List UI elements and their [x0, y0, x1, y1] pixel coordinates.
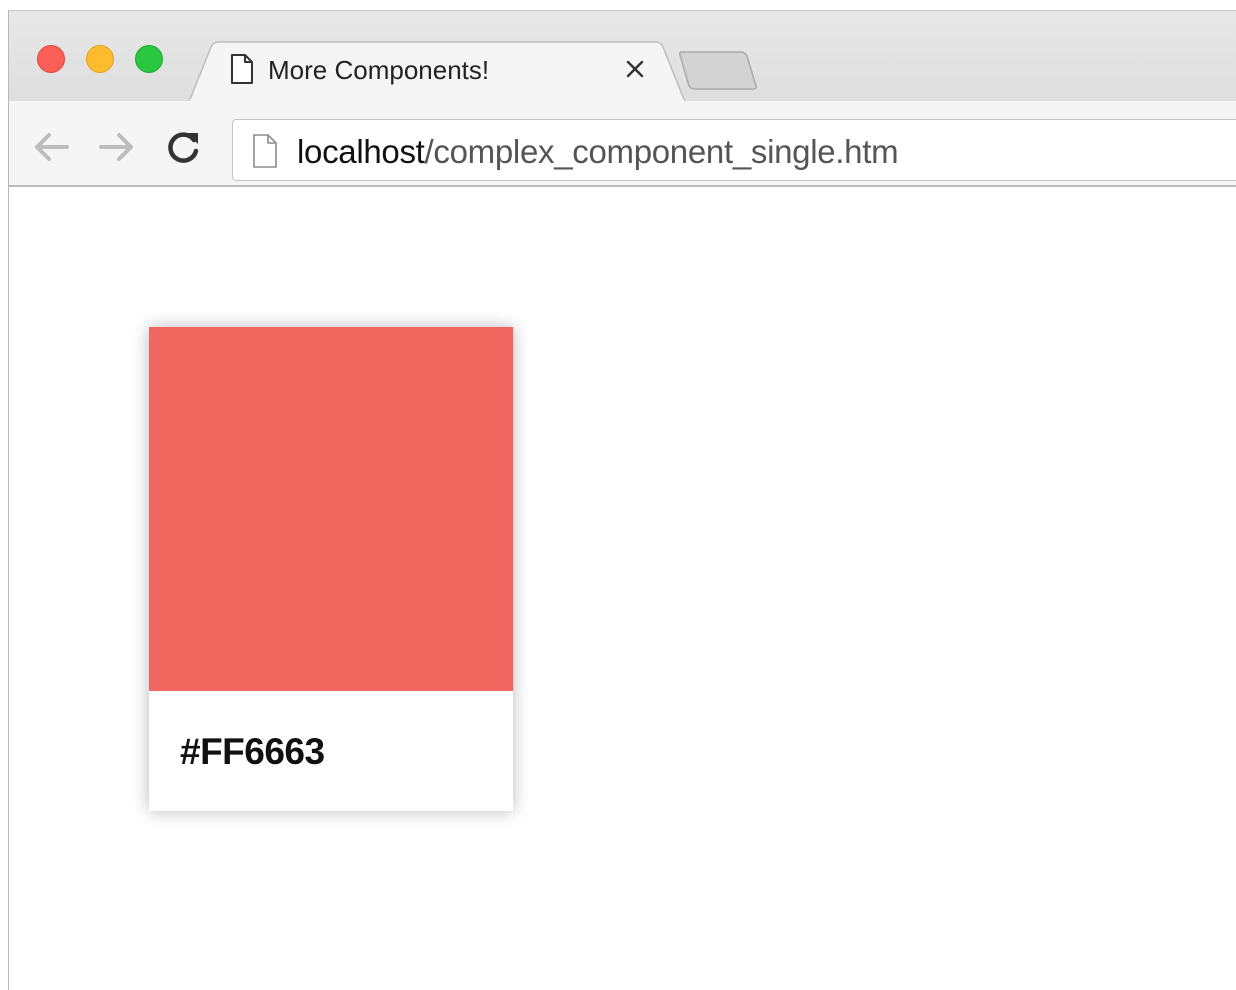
arrow-right-icon[interactable]: [95, 127, 139, 167]
close-window-button[interactable]: [37, 45, 65, 73]
url-text[interactable]: localhost/complex_component_single.htm: [297, 133, 899, 171]
new-tab-button[interactable]: [677, 49, 759, 91]
tab-strip: More Components!: [9, 11, 1236, 103]
color-label: #FF6663: [180, 731, 325, 772]
close-icon[interactable]: [623, 57, 647, 81]
page-icon: [231, 54, 253, 84]
page-icon: [253, 134, 277, 168]
zoom-window-button[interactable]: [135, 45, 163, 73]
url-path: /complex_component_single.htm: [424, 133, 899, 170]
reload-icon[interactable]: [163, 127, 207, 167]
minimize-window-button[interactable]: [86, 45, 114, 73]
browser-window: More Components! localhost/complex_compo…: [8, 10, 1236, 990]
arrow-left-icon[interactable]: [29, 127, 73, 167]
browser-toolbar: localhost/complex_component_single.htm: [9, 101, 1236, 185]
browser-chrome: More Components! localhost/complex_compo…: [9, 11, 1236, 187]
address-bar[interactable]: localhost/complex_component_single.htm: [232, 119, 1236, 181]
color-swatch: [149, 327, 513, 691]
color-card: #FF6663: [149, 327, 513, 811]
tab-title: More Components!: [268, 55, 490, 85]
tab-active[interactable]: More Components!: [189, 41, 687, 103]
page-content: #FF6663: [9, 187, 1236, 990]
url-host: localhost: [297, 133, 425, 170]
